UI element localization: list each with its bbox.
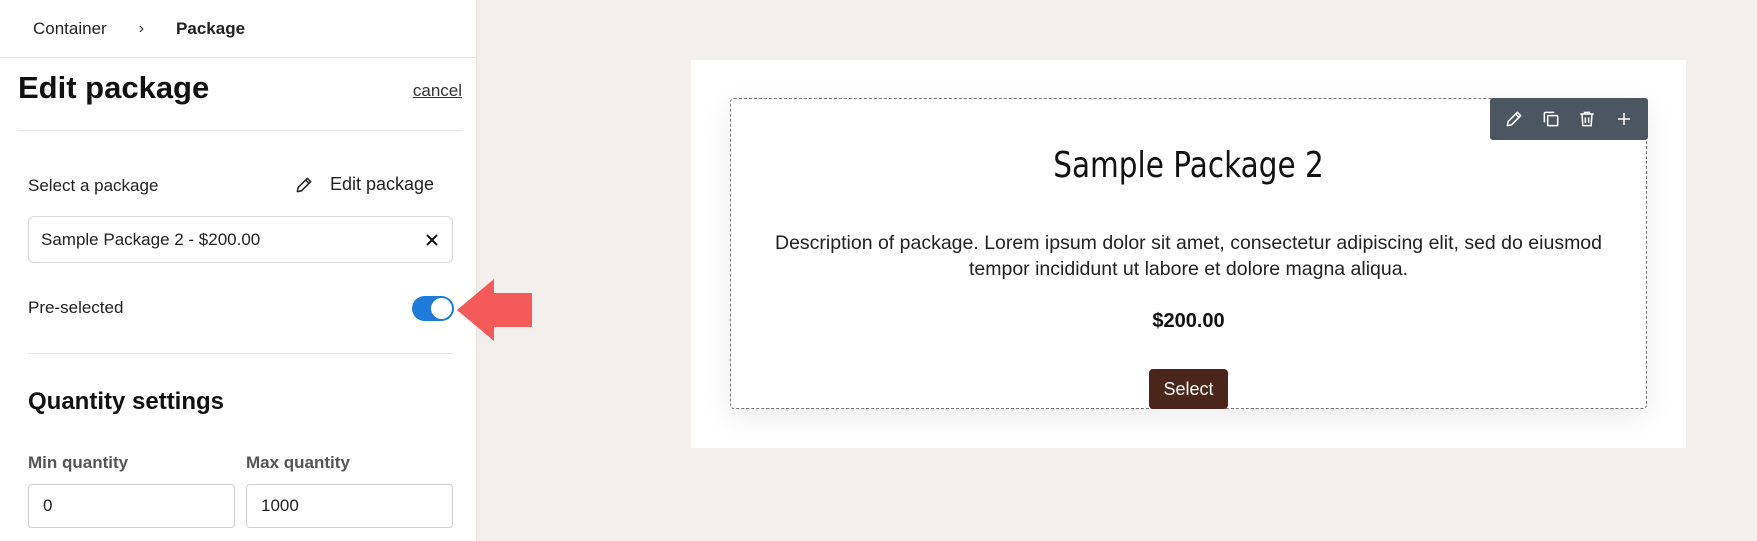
preselected-label: Pre-selected — [28, 298, 124, 317]
block-toolbar — [1490, 98, 1648, 140]
quantity-settings-title: Quantity settings — [28, 388, 225, 415]
select-button[interactable]: Select — [1149, 369, 1228, 409]
copy-icon[interactable] — [1536, 104, 1566, 134]
editor-sidebar: Container › Package Edit package cancel … — [0, 0, 477, 541]
breadcrumb-current: Package — [176, 18, 246, 38]
breadcrumb: Container › Package — [0, 0, 476, 58]
package-description: Description of package. Lorem ipsum dolo… — [775, 232, 1602, 280]
pencil-icon — [296, 177, 312, 192]
plus-icon[interactable] — [1609, 104, 1639, 134]
toggle-knob — [431, 298, 452, 319]
clear-icon[interactable] — [424, 232, 440, 248]
select-package-label: Select a package — [28, 176, 159, 195]
min-quantity-label: Min quantity — [28, 453, 129, 472]
divider — [28, 353, 453, 354]
min-quantity-input[interactable] — [28, 484, 235, 528]
pencil-icon[interactable] — [1499, 104, 1529, 134]
package-select-value: Sample Package 2 - $200.00 — [41, 229, 261, 249]
edit-package-label: Edit package — [330, 174, 435, 194]
max-quantity-input[interactable] — [246, 484, 453, 528]
cancel-link[interactable]: cancel — [413, 81, 462, 101]
package-select[interactable]: Sample Package 2 - $200.00 — [28, 216, 453, 263]
breadcrumb-parent[interactable]: Container — [33, 19, 107, 39]
breadcrumb-separator: › — [138, 19, 145, 37]
preselected-toggle[interactable] — [412, 296, 454, 321]
max-quantity-label: Max quantity — [246, 453, 350, 472]
page-title: Edit package — [18, 70, 210, 105]
arrow-left-icon — [457, 279, 532, 341]
package-title: Sample Package 2 — [1053, 145, 1324, 186]
package-price: $200.00 — [1152, 310, 1225, 332]
edit-package-button[interactable]: Edit package — [294, 174, 434, 195]
trash-icon[interactable] — [1572, 104, 1602, 134]
divider — [18, 130, 462, 131]
